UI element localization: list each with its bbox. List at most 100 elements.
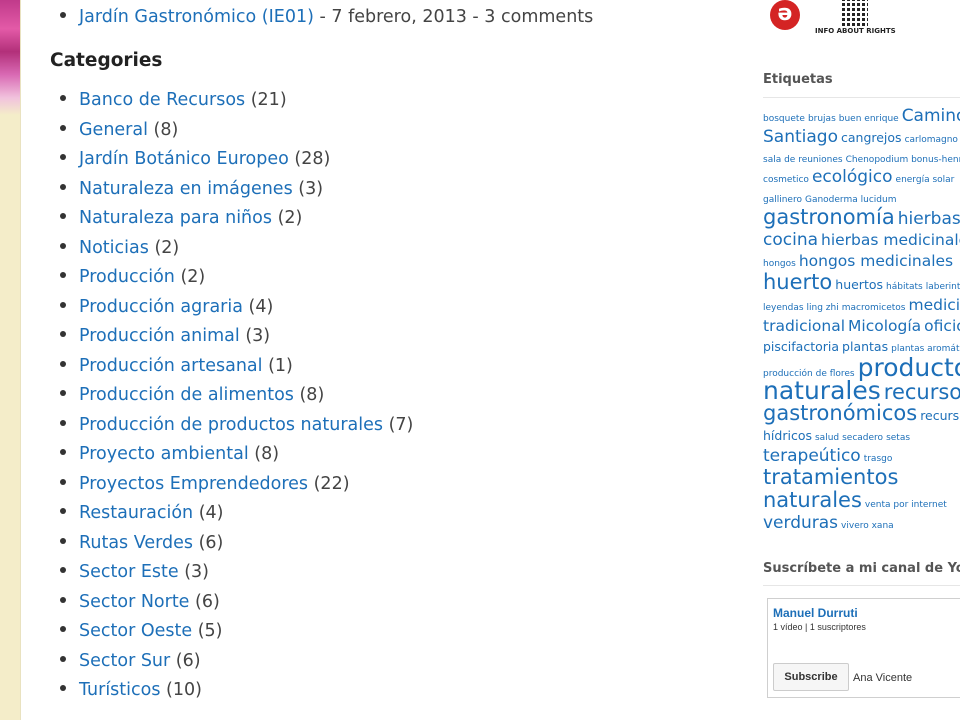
category-item: Naturaleza para niños (2)	[60, 204, 413, 234]
tag-link[interactable]: laberinto	[926, 282, 960, 292]
tag-link[interactable]: vivero xana	[841, 521, 894, 531]
category-link[interactable]: Sector Sur	[79, 651, 170, 671]
tag-row: terapeútico trasgo	[763, 445, 960, 466]
tag-link[interactable]: energía solar	[896, 175, 955, 185]
category-link[interactable]: Noticias	[79, 238, 149, 258]
left-divider	[20, 0, 21, 720]
tag-link[interactable]: sala de reuniones	[763, 155, 843, 165]
tag-link[interactable]: gallinero	[763, 195, 802, 205]
tag-link[interactable]: ling zhi	[807, 303, 839, 313]
tag-link[interactable]: bosquete	[763, 114, 805, 124]
category-link[interactable]: Banco de Recursos	[79, 90, 245, 110]
tag-link[interactable]: Micología	[848, 317, 921, 335]
tag-link[interactable]: oficios	[924, 317, 960, 335]
category-link[interactable]: Proyectos Emprendedores	[79, 474, 308, 494]
youtube-channel-name[interactable]: Manuel Durruti	[773, 606, 858, 620]
category-count: (4)	[198, 503, 224, 523]
category-count: (6)	[175, 650, 201, 671]
category-count: (2)	[180, 267, 206, 287]
tag-row: sala de reunionesChenopodium bonus-henri…	[763, 147, 960, 166]
category-link[interactable]: Restauración	[79, 503, 193, 523]
category-link[interactable]: Producción animal	[79, 326, 240, 346]
tag-link[interactable]: carlomagno	[905, 135, 958, 145]
category-link[interactable]: Naturaleza para niños	[79, 208, 272, 228]
tag-link[interactable]: plantas	[842, 339, 888, 354]
tag-link[interactable]: macromicetos	[842, 303, 906, 313]
tag-link[interactable]: brujas	[808, 114, 836, 124]
tag-link[interactable]: hongos medicinales	[799, 252, 953, 270]
tag-link[interactable]: piscifactoria	[763, 339, 839, 354]
sidebar: ə INFO ABOUT RIGHTS Etiquetas bosquete br…	[763, 0, 960, 720]
category-link[interactable]: Producción de productos naturales	[79, 415, 383, 435]
recent-post-meta: - 7 febrero, 2013 - 3 comments	[319, 7, 594, 27]
tag-row: leyendasling zhimacromicetosmedicina	[763, 294, 960, 315]
category-link[interactable]: Naturaleza en imágenes	[79, 179, 293, 199]
tag-link[interactable]: hierbas medicinales	[821, 231, 960, 249]
category-link[interactable]: Sector Este	[79, 562, 179, 582]
tag-link[interactable]: ecológico	[812, 167, 893, 187]
category-item: Proyectos Emprendedores (22)	[60, 470, 413, 500]
category-link[interactable]: Producción artesanal	[79, 356, 263, 376]
tag-link[interactable]: Chenopodium bonus-henricus	[846, 155, 960, 165]
tag-link[interactable]: leyendas	[763, 303, 804, 313]
tag-link[interactable]: tratamientos	[763, 465, 898, 489]
tag-link[interactable]: verduras	[763, 513, 838, 533]
category-count: (28)	[294, 149, 331, 169]
category-item: Sector Este (3)	[60, 558, 413, 588]
tag-link[interactable]: salud	[815, 433, 839, 443]
tag-link[interactable]: medicina	[908, 296, 960, 314]
category-count: (8)	[299, 385, 325, 405]
tag-link[interactable]: recursos	[920, 408, 960, 423]
tag-row: bosquetebrujasbuen enriqueCamino de	[763, 105, 960, 126]
tag-link[interactable]: Santiago	[763, 127, 838, 147]
tag-row: cocinahierbas medicinales	[763, 229, 960, 250]
category-link[interactable]: Sector Oeste	[79, 621, 192, 641]
tag-link[interactable]: huertos	[835, 277, 883, 292]
tag-link[interactable]: Camino de	[902, 106, 960, 126]
tag-link[interactable]: venta por internet	[865, 500, 947, 510]
category-link[interactable]: Turísticos	[79, 680, 160, 700]
tag-link[interactable]: cocina	[763, 230, 818, 250]
tag-link[interactable]: terapeútico	[763, 446, 861, 466]
category-link[interactable]: Jardín Botánico Europeo	[79, 149, 289, 169]
category-count: (3)	[298, 178, 324, 199]
tag-link[interactable]: hábitats	[886, 282, 923, 292]
bullet-icon	[60, 449, 66, 455]
tag-link[interactable]: buen enrique	[839, 114, 899, 124]
tag-link[interactable]: tradicional	[763, 317, 845, 335]
subscribe-button[interactable]: Subscribe	[773, 663, 849, 691]
tag-link[interactable]: cosmetico	[763, 175, 809, 185]
category-link[interactable]: Rutas Verdes	[79, 533, 193, 553]
tag-link[interactable]: cangrejos	[841, 130, 902, 145]
tag-link[interactable]: hídricos	[763, 428, 812, 443]
category-item: Producción agraria (4)	[60, 293, 413, 323]
category-item: Sector Sur (6)	[60, 647, 413, 677]
tag-link[interactable]: secadero	[842, 433, 883, 443]
tag-link[interactable]: gastronómicos	[763, 401, 917, 425]
category-item: Restauración (4)	[60, 499, 413, 529]
category-link[interactable]: Producción de alimentos	[79, 385, 294, 405]
rights-badge[interactable]: ə INFO ABOUT RIGHTS	[770, 0, 900, 40]
tag-link[interactable]: setas	[886, 433, 910, 443]
category-link[interactable]: Proyecto ambiental	[79, 444, 249, 464]
category-item: Producción de productos naturales (7)	[60, 411, 413, 441]
tag-link[interactable]: naturales	[763, 488, 862, 512]
category-link[interactable]: General	[79, 120, 148, 140]
tag-link[interactable]: gastronomía	[763, 205, 895, 229]
category-link[interactable]: Producción agraria	[79, 297, 243, 317]
tag-link[interactable]: hongos	[763, 259, 796, 269]
tag-row: tradicionalMicologíaoficios	[763, 315, 960, 336]
bullet-icon	[60, 12, 66, 18]
category-link[interactable]: Sector Norte	[79, 592, 189, 612]
bullet-icon	[60, 301, 66, 308]
bullet-icon	[60, 95, 66, 101]
tag-link[interactable]: huerto	[763, 270, 832, 294]
category-item: General (8)	[60, 116, 413, 146]
tag-link[interactable]: hierbas	[898, 209, 960, 229]
category-link[interactable]: Producción	[79, 267, 175, 287]
bullet-icon	[60, 419, 66, 426]
recent-post-link[interactable]: Jardín Gastronómico (IE01)	[79, 7, 314, 27]
tag-link[interactable]: Ganoderma lucidum	[805, 195, 896, 205]
category-count: (2)	[277, 208, 303, 228]
tag-link[interactable]: trasgo	[864, 454, 893, 464]
